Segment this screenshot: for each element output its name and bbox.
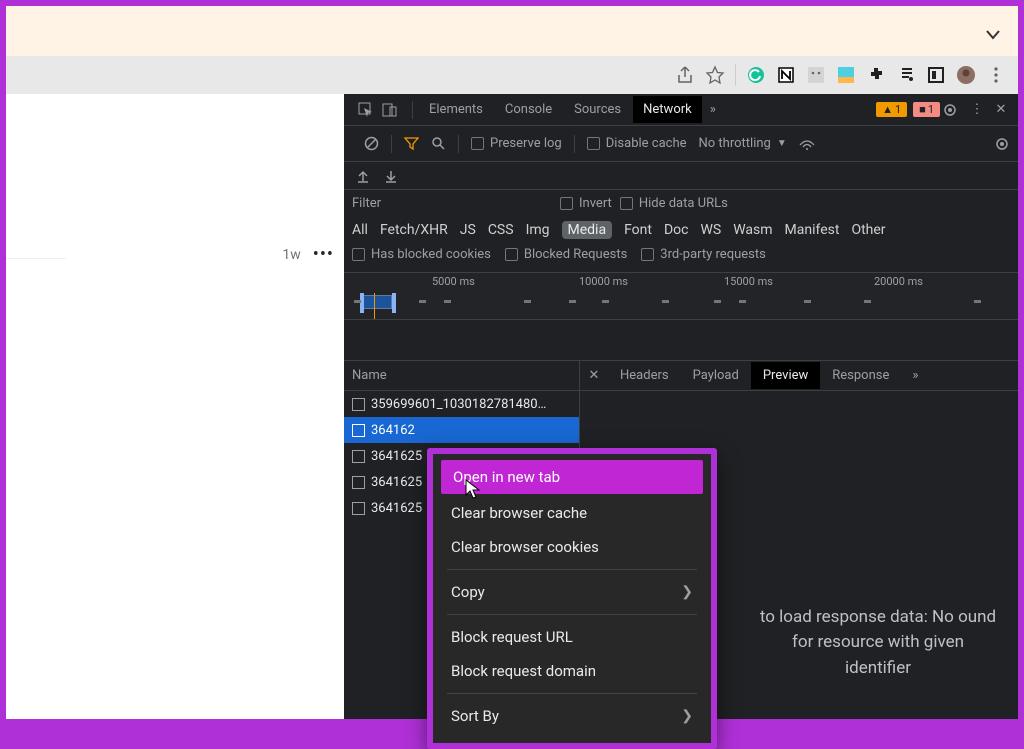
chevron-right-icon: ❯ — [681, 584, 693, 600]
ctx-block-url[interactable]: Block request URL — [433, 620, 711, 654]
search-icon[interactable] — [431, 136, 446, 151]
type-media[interactable]: Media — [562, 221, 613, 239]
more-tabs-icon[interactable]: » — [704, 102, 722, 117]
chevron-right-icon: ❯ — [681, 708, 693, 724]
hide-data-urls-checkbox[interactable]: Hide data URLs — [620, 196, 728, 211]
more-options-icon[interactable]: ••• — [313, 244, 334, 265]
chevron-down-icon[interactable] — [986, 30, 1000, 40]
throttling-select[interactable]: No throttling▼ — [699, 136, 787, 151]
avatar[interactable] — [952, 61, 980, 89]
download-icon[interactable] — [384, 169, 398, 183]
type-other[interactable]: Other — [851, 222, 885, 238]
extensions-icon[interactable] — [862, 61, 890, 89]
filter-input[interactable]: Filter — [352, 196, 552, 211]
share-icon[interactable] — [671, 61, 699, 89]
type-css[interactable]: CSS — [488, 222, 514, 238]
tab-network[interactable]: Network — [633, 96, 702, 123]
type-img[interactable]: Img — [526, 222, 550, 238]
more-detail-tabs-icon[interactable]: » — [901, 368, 929, 383]
ctx-clear-cache[interactable]: Clear browser cache — [433, 496, 711, 530]
post-timestamp: 1w — [282, 247, 300, 263]
detail-tab-payload[interactable]: Payload — [681, 362, 751, 389]
ctx-copy[interactable]: Copy❯ — [433, 575, 711, 609]
reader-icon[interactable] — [922, 61, 950, 89]
type-all[interactable]: All — [352, 222, 368, 238]
star-icon[interactable] — [701, 61, 729, 89]
network-conditions-icon[interactable] — [799, 137, 815, 151]
preserve-log-checkbox[interactable]: Preserve log — [471, 136, 562, 151]
browser-toolbar — [6, 56, 1018, 94]
settings-gear-icon[interactable] — [942, 102, 964, 118]
type-ws[interactable]: WS — [700, 222, 721, 238]
grammarly-icon[interactable] — [742, 61, 770, 89]
ctx-open-new-tab[interactable]: Open in new tab — [441, 460, 703, 494]
load-error-message: to load response data: No ound for resou… — [738, 605, 1018, 682]
warnings-badge[interactable]: ▲1 — [876, 102, 907, 117]
close-detail-icon[interactable]: ✕ — [580, 368, 608, 383]
close-devtools-icon[interactable]: ✕ — [990, 102, 1012, 117]
ctx-sort-by[interactable]: Sort By❯ — [433, 699, 711, 733]
invert-checkbox[interactable]: Invert — [560, 196, 612, 211]
menu-dots-icon[interactable] — [982, 61, 1010, 89]
detail-tab-headers[interactable]: Headers — [608, 362, 681, 389]
inspect-icon[interactable] — [358, 102, 374, 118]
notion-icon[interactable] — [772, 61, 800, 89]
music-extension-icon[interactable] — [892, 61, 920, 89]
panorama-extension-icon[interactable] — [832, 61, 860, 89]
type-wasm[interactable]: Wasm — [733, 222, 772, 238]
tab-sources[interactable]: Sources — [564, 96, 631, 123]
ctx-block-domain[interactable]: Block request domain — [433, 654, 711, 688]
network-settings-icon[interactable] — [994, 136, 1010, 152]
type-manifest[interactable]: Manifest — [785, 222, 840, 238]
tab-console[interactable]: Console — [495, 96, 562, 123]
detail-tab-preview[interactable]: Preview — [751, 362, 820, 389]
request-row[interactable]: 364162 — [344, 417, 579, 443]
emoji-extension-icon[interactable] — [802, 61, 830, 89]
type-fetch[interactable]: Fetch/XHR — [380, 222, 448, 238]
network-timeline[interactable]: 5000 ms 10000 ms 15000 ms 20000 ms — [344, 272, 1018, 320]
device-toggle-icon[interactable] — [382, 102, 398, 118]
type-font[interactable]: Font — [624, 222, 652, 238]
tab-elements[interactable]: Elements — [419, 96, 493, 123]
filter-funnel-icon[interactable] — [404, 136, 419, 151]
resource-type-filters: All Fetch/XHR JS CSS Img Media Font Doc … — [344, 217, 1018, 241]
request-row[interactable]: 359699601_1030182781480… — [344, 391, 579, 417]
blocked-cookies-checkbox[interactable]: Has blocked cookies — [352, 247, 491, 262]
upload-icon[interactable] — [356, 169, 370, 183]
type-js[interactable]: JS — [460, 222, 476, 238]
detail-tab-response[interactable]: Response — [820, 362, 901, 389]
context-menu: Open in new tab Clear browser cache Clea… — [427, 448, 717, 749]
type-doc[interactable]: Doc — [664, 222, 689, 238]
blocked-requests-checkbox[interactable]: Blocked Requests — [505, 247, 627, 262]
ctx-clear-cookies[interactable]: Clear browser cookies — [433, 530, 711, 564]
disable-cache-checkbox[interactable]: Disable cache — [587, 136, 687, 151]
third-party-checkbox[interactable]: 3rd-party requests — [641, 247, 766, 262]
more-menu-icon[interactable]: ⋮ — [966, 102, 988, 117]
name-column-header[interactable]: Name — [344, 361, 579, 391]
clear-icon[interactable] — [364, 136, 379, 151]
errors-badge[interactable]: ■1 — [913, 102, 940, 117]
page-content-pane: 1w ••• — [6, 94, 344, 719]
notification-banner — [6, 6, 1018, 56]
